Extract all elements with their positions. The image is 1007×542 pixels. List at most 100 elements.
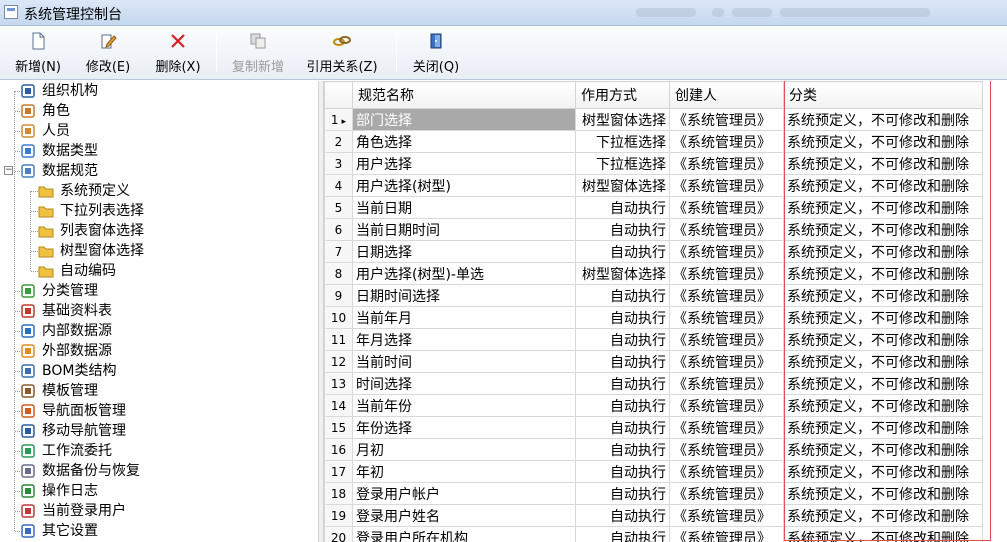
column-header-name[interactable]: 规范名称 bbox=[352, 81, 576, 109]
row-number-cell[interactable]: 7 bbox=[324, 240, 353, 263]
mode-cell[interactable]: 自动执行 bbox=[575, 284, 670, 307]
spec-name-cell[interactable]: 部门选择 bbox=[352, 108, 576, 131]
table-row[interactable]: 15 年份选择 自动执行 《系统管理员》 系统预定义，不可修改和删除 bbox=[324, 416, 983, 439]
mode-cell[interactable]: 自动执行 bbox=[575, 328, 670, 351]
table-row[interactable]: 10 当前年月 自动执行 《系统管理员》 系统预定义，不可修改和删除 bbox=[324, 306, 983, 329]
creator-cell[interactable]: 《系统管理员》 bbox=[669, 130, 784, 153]
row-number-cell[interactable]: 4 bbox=[324, 174, 353, 197]
mode-cell[interactable]: 自动执行 bbox=[575, 218, 670, 241]
spec-name-cell[interactable]: 月初 bbox=[352, 438, 576, 461]
spec-name-cell[interactable]: 当前年份 bbox=[352, 394, 576, 417]
creator-cell[interactable]: 《系统管理员》 bbox=[669, 372, 784, 395]
spec-name-cell[interactable]: 用户选择 bbox=[352, 152, 576, 175]
table-row[interactable]: 7 日期选择 自动执行 《系统管理员》 系统预定义，不可修改和删除 bbox=[324, 240, 983, 263]
row-number-cell[interactable]: 12 bbox=[324, 350, 353, 373]
mode-cell[interactable]: 下拉框选择 bbox=[575, 130, 670, 153]
creator-cell[interactable]: 《系统管理员》 bbox=[669, 350, 784, 373]
creator-cell[interactable]: 《系统管理员》 bbox=[669, 196, 784, 219]
spec-name-cell[interactable]: 日期选择 bbox=[352, 240, 576, 263]
category-cell[interactable]: 系统预定义，不可修改和删除 bbox=[783, 350, 983, 373]
mode-cell[interactable]: 树型窗体选择 bbox=[575, 108, 670, 131]
category-cell[interactable]: 系统预定义，不可修改和删除 bbox=[783, 438, 983, 461]
creator-cell[interactable]: 《系统管理员》 bbox=[669, 482, 784, 505]
row-number-cell[interactable]: 10 bbox=[324, 306, 353, 329]
mode-cell[interactable]: 自动执行 bbox=[575, 526, 670, 542]
creator-cell[interactable]: 《系统管理员》 bbox=[669, 240, 784, 263]
row-number-cell[interactable]: 6 bbox=[324, 218, 353, 241]
spec-name-cell[interactable]: 年份选择 bbox=[352, 416, 576, 439]
spec-name-cell[interactable]: 用户选择(树型)-单选 bbox=[352, 262, 576, 285]
creator-cell[interactable]: 《系统管理员》 bbox=[669, 284, 784, 307]
creator-cell[interactable]: 《系统管理员》 bbox=[669, 152, 784, 175]
mode-cell[interactable]: 自动执行 bbox=[575, 416, 670, 439]
creator-cell[interactable]: 《系统管理员》 bbox=[669, 438, 784, 461]
column-header-mode[interactable]: 作用方式 bbox=[575, 81, 670, 109]
spec-name-cell[interactable]: 年月选择 bbox=[352, 328, 576, 351]
row-number-cell[interactable]: 13 bbox=[324, 372, 353, 395]
spec-name-cell[interactable]: 登录用户帐户 bbox=[352, 482, 576, 505]
creator-cell[interactable]: 《系统管理员》 bbox=[669, 218, 784, 241]
copy-new-button[interactable]: 复制新增 bbox=[226, 32, 290, 76]
creator-cell[interactable]: 《系统管理员》 bbox=[669, 504, 784, 527]
table-row[interactable]: 5 当前日期 自动执行 《系统管理员》 系统预定义，不可修改和删除 bbox=[324, 196, 983, 219]
row-number-cell[interactable]: 19 bbox=[324, 504, 353, 527]
row-number-cell[interactable]: 11 bbox=[324, 328, 353, 351]
category-cell[interactable]: 系统预定义，不可修改和删除 bbox=[783, 504, 983, 527]
category-cell[interactable]: 系统预定义，不可修改和删除 bbox=[783, 108, 983, 131]
creator-cell[interactable]: 《系统管理员》 bbox=[669, 526, 784, 542]
table-row[interactable]: 1部门选择树型窗体选择《系统管理员》系统预定义，不可修改和删除 bbox=[324, 108, 983, 131]
creator-cell[interactable]: 《系统管理员》 bbox=[669, 108, 784, 131]
category-cell[interactable]: 系统预定义，不可修改和删除 bbox=[783, 372, 983, 395]
row-number-cell[interactable]: 14 bbox=[324, 394, 353, 417]
category-cell[interactable]: 系统预定义，不可修改和删除 bbox=[783, 284, 983, 307]
category-cell[interactable]: 系统预定义，不可修改和删除 bbox=[783, 482, 983, 505]
category-cell[interactable]: 系统预定义，不可修改和删除 bbox=[783, 218, 983, 241]
category-cell[interactable]: 系统预定义，不可修改和删除 bbox=[783, 130, 983, 153]
table-row[interactable]: 2 角色选择 下拉框选择 《系统管理员》 系统预定义，不可修改和删除 bbox=[324, 130, 983, 153]
table-row[interactable]: 3 用户选择 下拉框选择 《系统管理员》 系统预定义，不可修改和删除 bbox=[324, 152, 983, 175]
row-number-cell[interactable]: 18 bbox=[324, 482, 353, 505]
column-header-category[interactable]: 分类 bbox=[783, 81, 983, 109]
category-cell[interactable]: 系统预定义，不可修改和删除 bbox=[783, 460, 983, 483]
mode-cell[interactable]: 自动执行 bbox=[575, 460, 670, 483]
creator-cell[interactable]: 《系统管理员》 bbox=[669, 460, 784, 483]
table-row[interactable]: 18 登录用户帐户 自动执行 《系统管理员》 系统预定义，不可修改和删除 bbox=[324, 482, 983, 505]
table-row[interactable]: 4 用户选择(树型) 树型窗体选择 《系统管理员》 系统预定义，不可修改和删除 bbox=[324, 174, 983, 197]
row-number-cell[interactable]: 16 bbox=[324, 438, 353, 461]
spec-name-cell[interactable]: 年初 bbox=[352, 460, 576, 483]
mode-cell[interactable]: 自动执行 bbox=[575, 306, 670, 329]
spec-name-cell[interactable]: 当前日期时间 bbox=[352, 218, 576, 241]
row-number-cell[interactable]: 3 bbox=[324, 152, 353, 175]
category-cell[interactable]: 系统预定义，不可修改和删除 bbox=[783, 526, 983, 542]
table-row[interactable]: 17 年初 自动执行 《系统管理员》 系统预定义，不可修改和删除 bbox=[324, 460, 983, 483]
category-cell[interactable]: 系统预定义，不可修改和删除 bbox=[783, 196, 983, 219]
table-row[interactable]: 6 当前日期时间 自动执行 《系统管理员》 系统预定义，不可修改和删除 bbox=[324, 218, 983, 241]
row-number-cell[interactable]: 8 bbox=[324, 262, 353, 285]
edit-button[interactable]: 修改(E) bbox=[80, 32, 136, 76]
mode-cell[interactable]: 自动执行 bbox=[575, 394, 670, 417]
table-row[interactable]: 14 当前年份 自动执行 《系统管理员》 系统预定义，不可修改和删除 bbox=[324, 394, 983, 417]
category-cell[interactable]: 系统预定义，不可修改和删除 bbox=[783, 152, 983, 175]
table-row[interactable]: 9 日期时间选择 自动执行 《系统管理员》 系统预定义，不可修改和删除 bbox=[324, 284, 983, 307]
delete-button[interactable]: 删除(X) bbox=[150, 32, 206, 76]
mode-cell[interactable]: 自动执行 bbox=[575, 504, 670, 527]
mode-cell[interactable]: 自动执行 bbox=[575, 196, 670, 219]
table-row[interactable]: 16 月初 自动执行 《系统管理员》 系统预定义，不可修改和删除 bbox=[324, 438, 983, 461]
mode-cell[interactable]: 自动执行 bbox=[575, 240, 670, 263]
spec-name-cell[interactable]: 角色选择 bbox=[352, 130, 576, 153]
mode-cell[interactable]: 自动执行 bbox=[575, 438, 670, 461]
row-number-cell[interactable]: 15 bbox=[324, 416, 353, 439]
spec-name-cell[interactable]: 用户选择(树型) bbox=[352, 174, 576, 197]
spec-name-cell[interactable]: 日期时间选择 bbox=[352, 284, 576, 307]
category-cell[interactable]: 系统预定义，不可修改和删除 bbox=[783, 262, 983, 285]
creator-cell[interactable]: 《系统管理员》 bbox=[669, 328, 784, 351]
spec-name-cell[interactable]: 当前年月 bbox=[352, 306, 576, 329]
mode-cell[interactable]: 下拉框选择 bbox=[575, 152, 670, 175]
row-number-cell[interactable]: 20 bbox=[324, 526, 353, 542]
mode-cell[interactable]: 自动执行 bbox=[575, 350, 670, 373]
mode-cell[interactable]: 自动执行 bbox=[575, 372, 670, 395]
row-number-cell[interactable]: 17 bbox=[324, 460, 353, 483]
reference-button[interactable]: 引用关系(Z) bbox=[298, 32, 386, 76]
row-number-cell[interactable]: 2 bbox=[324, 130, 353, 153]
spec-name-cell[interactable]: 时间选择 bbox=[352, 372, 576, 395]
